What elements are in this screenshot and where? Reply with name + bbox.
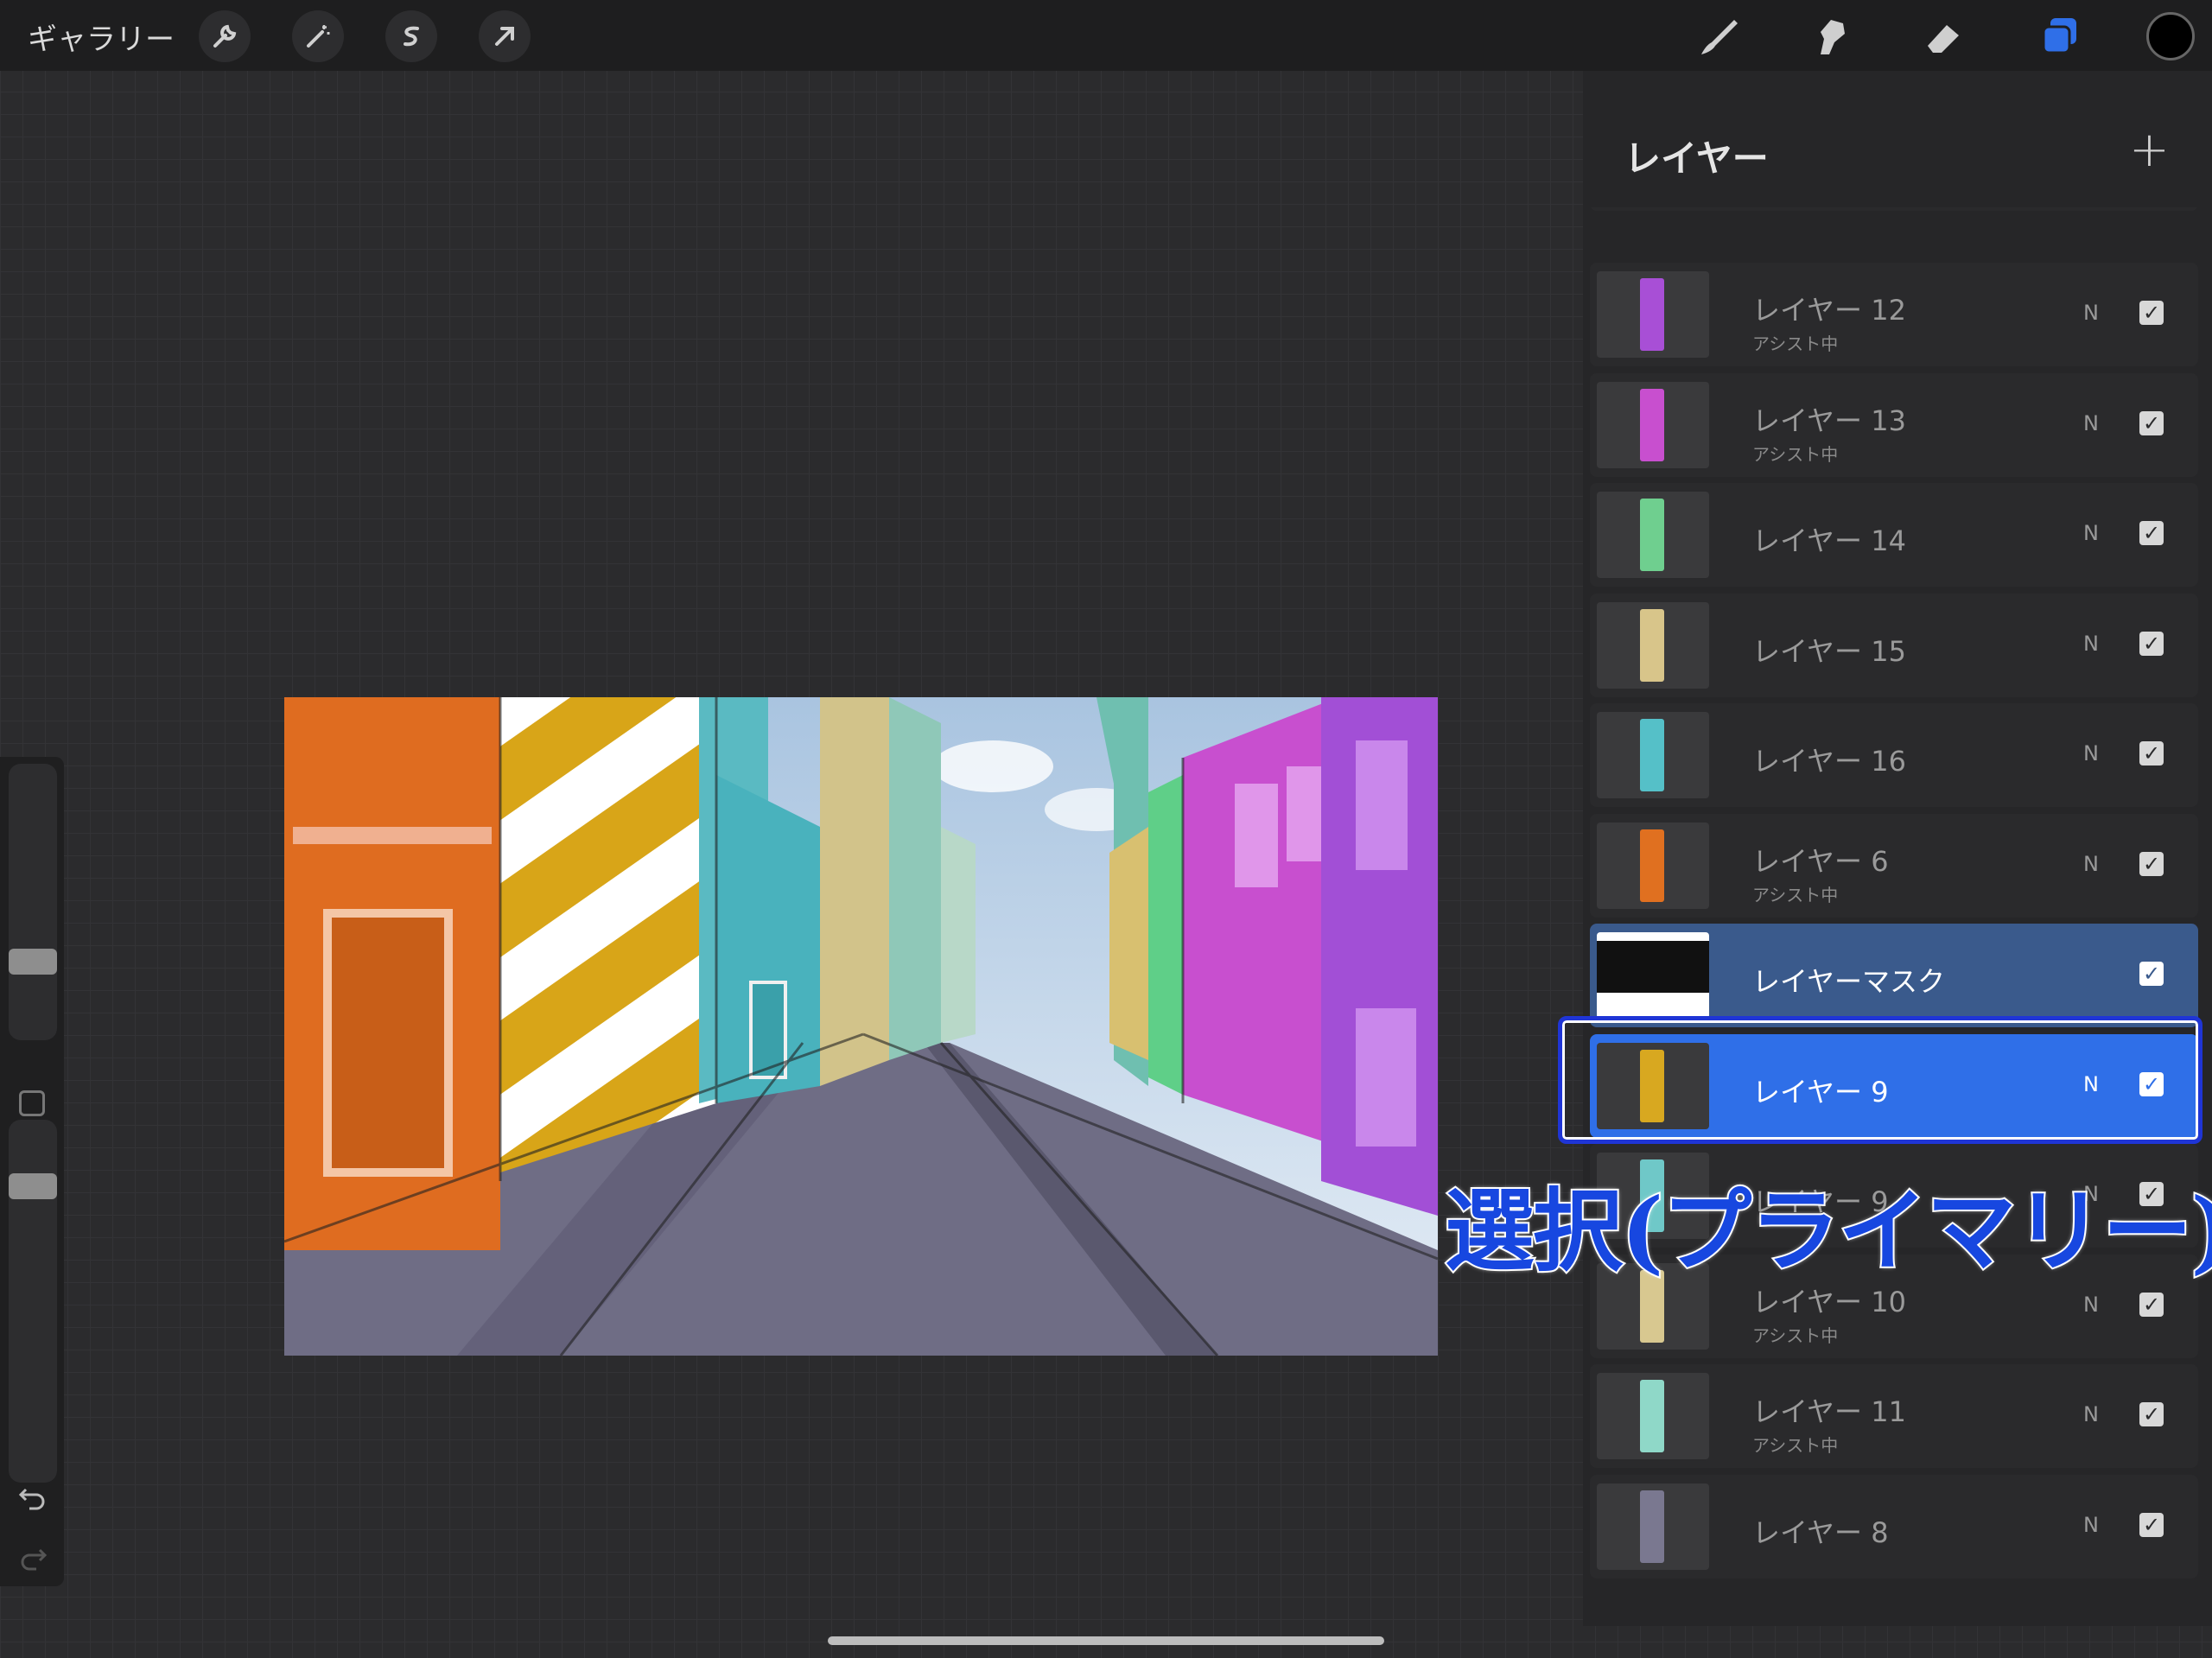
layer-status: アシスト中 [1752, 444, 1839, 465]
layer-thumbnail[interactable] [1597, 823, 1709, 909]
layer-row[interactable]: レイヤー 8 N ✓ [1590, 1475, 2198, 1579]
brush-icon[interactable] [1692, 9, 1747, 64]
blend-mode-button[interactable]: N [2083, 411, 2099, 435]
visibility-checkbox[interactable]: ✓ [2139, 301, 2164, 325]
artwork-canvas[interactable] [284, 697, 1438, 1356]
visibility-checkbox[interactable]: ✓ [2139, 521, 2164, 545]
blend-mode-button[interactable]: N [2083, 1402, 2099, 1426]
layer-row[interactable]: レイヤー 11 アシスト中 N ✓ [1590, 1364, 2198, 1468]
gallery-button[interactable]: ギャラリー [28, 16, 175, 58]
wrench-icon[interactable] [199, 10, 251, 62]
square-icon[interactable] [19, 1090, 45, 1116]
layer-name: レイヤー 11 [1752, 1395, 1906, 1428]
layers-panel-header: レイヤー + [1583, 104, 2212, 207]
opacity-handle[interactable] [9, 1173, 57, 1199]
layer-name: レイヤー 16 [1752, 745, 1906, 778]
transform-arrow-icon[interactable] [479, 10, 531, 62]
visibility-checkbox[interactable]: ✓ [2139, 852, 2164, 876]
layer-thumbnail[interactable] [1597, 1373, 1709, 1459]
layer-status: アシスト中 [1752, 334, 1839, 354]
visibility-checkbox[interactable]: ✓ [2139, 1293, 2164, 1317]
layer-name: レイヤーマスク [1752, 965, 1946, 998]
undo-icon[interactable] [17, 1481, 48, 1515]
layer-thumbnail[interactable] [1597, 492, 1709, 578]
blend-mode-button[interactable]: N [2083, 632, 2099, 656]
layer-name: レイヤー 6 [1752, 845, 1889, 878]
color-picker-button[interactable] [2146, 12, 2195, 60]
visibility-checkbox[interactable]: ✓ [2139, 632, 2164, 656]
layer-thumbnail[interactable] [1597, 382, 1709, 468]
street-illustration [284, 697, 1438, 1356]
layer-status: アシスト中 [1752, 1435, 1839, 1456]
eraser-icon[interactable] [1916, 9, 1972, 64]
blend-mode-button[interactable]: N [2083, 1293, 2099, 1317]
layer-name: レイヤー 13 [1752, 404, 1906, 437]
layer-row[interactable]: レイヤー 12 アシスト中 N ✓ [1590, 263, 2198, 366]
visibility-checkbox[interactable]: ✓ [2139, 962, 2164, 986]
left-sidebar [0, 757, 64, 1586]
redo-icon[interactable] [17, 1541, 48, 1576]
layer-name: レイヤー 14 [1752, 524, 1906, 557]
layer-status: アシスト中 [1752, 1325, 1839, 1346]
blend-mode-button[interactable]: N [2083, 1513, 2099, 1537]
visibility-checkbox[interactable]: ✓ [2139, 741, 2164, 765]
layer-status: アシスト中 [1752, 885, 1839, 905]
layer-thumbnail[interactable] [1597, 932, 1709, 1019]
visibility-checkbox[interactable]: ✓ [2139, 411, 2164, 435]
plus-icon[interactable]: + [2129, 126, 2170, 175]
visibility-checkbox[interactable]: ✓ [2139, 1513, 2164, 1537]
layer-thumbnail[interactable] [1597, 712, 1709, 798]
layer-name: レイヤー 8 [1752, 1516, 1889, 1549]
layers-panel-title: レイヤー [1624, 137, 1769, 180]
brush-size-handle[interactable] [9, 949, 57, 975]
layer-row[interactable]: レイヤー 15 N ✓ [1590, 594, 2198, 697]
annotation-label: 選択(プライマリー) [1443, 1176, 2212, 1286]
layer-name: レイヤー 12 [1752, 294, 1906, 327]
layer-thumbnail[interactable] [1597, 1483, 1709, 1570]
smudge-icon[interactable] [1804, 9, 1859, 64]
layer-row[interactable]: レイヤーマスク ✓ [1590, 924, 2198, 1027]
magic-wand-icon[interactable] [292, 10, 344, 62]
blend-mode-button[interactable]: N [2083, 852, 2099, 876]
layer-row[interactable]: レイヤー 14 N ✓ [1590, 483, 2198, 587]
top-toolbar: ギャラリー [0, 0, 2212, 71]
selection-icon[interactable] [385, 10, 437, 62]
blend-mode-button[interactable]: N [2083, 301, 2099, 325]
layer-row[interactable]: レイヤー 6 アシスト中 N ✓ [1590, 814, 2198, 918]
layer-name: レイヤー 15 [1752, 635, 1906, 668]
visibility-checkbox[interactable]: ✓ [2139, 1402, 2164, 1426]
blend-mode-button[interactable]: N [2083, 521, 2099, 545]
selection-highlight-box [1558, 1016, 2202, 1144]
blend-mode-button[interactable]: N [2083, 741, 2099, 765]
brush-size-slider[interactable] [9, 764, 57, 1040]
layer-row[interactable]: レイヤー 13 アシスト中 N ✓ [1590, 373, 2198, 477]
layer-row[interactable]: レイヤー 16 N ✓ [1590, 703, 2198, 807]
layer-thumbnail[interactable] [1597, 602, 1709, 689]
layer-thumbnail[interactable] [1597, 271, 1709, 358]
home-indicator[interactable] [828, 1636, 1384, 1645]
layers-icon[interactable] [2032, 9, 2088, 64]
